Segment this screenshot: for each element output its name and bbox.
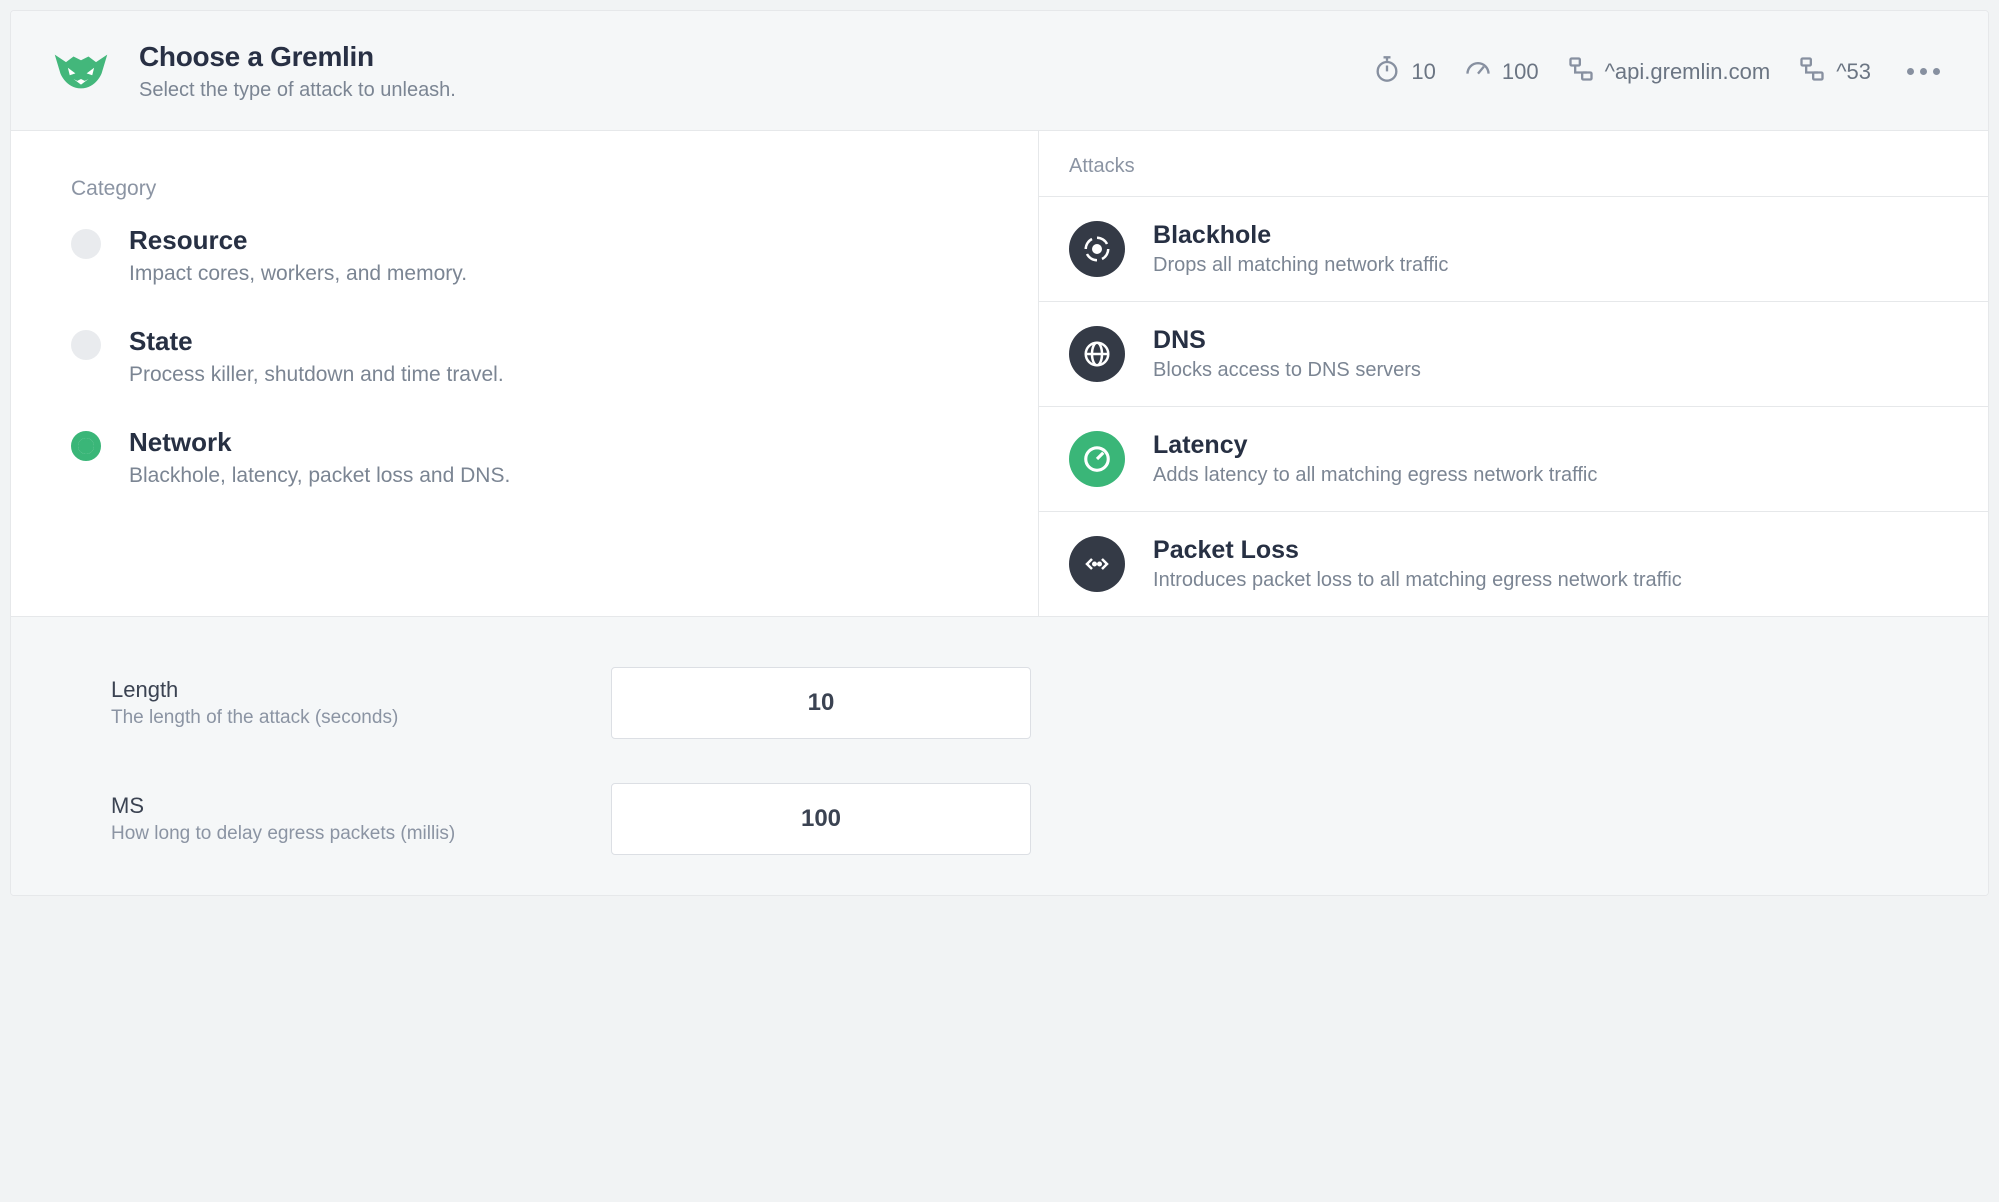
category-title: Network [129, 427, 510, 458]
param-port-value: ^53 [1836, 59, 1871, 85]
header: Choose a Gremlin Select the type of atta… [11, 11, 1988, 131]
page-title: Choose a Gremlin [139, 41, 456, 73]
ms-label: MS [111, 793, 531, 819]
param-port[interactable]: ^53 [1798, 55, 1871, 89]
category-desc: Impact cores, workers, and memory. [129, 262, 467, 286]
category-title: State [129, 326, 504, 357]
length-input[interactable] [611, 667, 1031, 739]
category-desc: Process killer, shutdown and time travel… [129, 363, 504, 387]
attack-packet-loss[interactable]: Packet Loss Introduces packet loss to al… [1039, 512, 1988, 616]
category-network[interactable]: Network Blackhole, latency, packet loss … [71, 427, 978, 488]
network-icon [1567, 55, 1595, 89]
length-help: The length of the attack (seconds) [111, 707, 531, 729]
ms-input[interactable] [611, 783, 1031, 855]
attack-blackhole[interactable]: Blackhole Drops all matching network tra… [1039, 197, 1988, 302]
attack-desc: Adds latency to all matching egress netw… [1153, 464, 1597, 487]
category-label: Category [71, 177, 978, 201]
network-icon [1798, 55, 1826, 89]
attack-dns[interactable]: DNS Blocks access to DNS servers [1039, 302, 1988, 407]
stopwatch-icon [1373, 55, 1401, 89]
attack-desc: Blocks access to DNS servers [1153, 359, 1421, 382]
category-resource[interactable]: Resource Impact cores, workers, and memo… [71, 225, 978, 286]
gremlin-logo-icon [51, 50, 111, 94]
radio-unchecked-icon [71, 330, 101, 360]
attack-title: DNS [1153, 326, 1421, 355]
gauge-icon [1069, 431, 1125, 487]
globe-icon [1069, 326, 1125, 382]
param-ms-value: 100 [1502, 59, 1539, 85]
packet-loss-icon [1069, 536, 1125, 592]
gremlin-config-card: Choose a Gremlin Select the type of atta… [10, 10, 1989, 896]
attack-desc: Drops all matching network traffic [1153, 254, 1448, 277]
attacks-label: Attacks [1039, 131, 1988, 197]
blackhole-icon [1069, 221, 1125, 277]
more-menu-button[interactable] [1899, 68, 1948, 75]
length-label: Length [111, 677, 531, 703]
radio-unchecked-icon [71, 229, 101, 259]
attack-title: Latency [1153, 431, 1597, 460]
param-host-value: ^api.gremlin.com [1605, 59, 1771, 85]
category-desc: Blackhole, latency, packet loss and DNS. [129, 464, 510, 488]
param-pills: 10 100 [1373, 55, 1948, 89]
ms-help: How long to delay egress packets (millis… [111, 823, 531, 845]
category-title: Resource [129, 225, 467, 256]
param-ms[interactable]: 100 [1464, 55, 1539, 89]
page-subtitle: Select the type of attack to unleash. [139, 79, 456, 102]
attack-params-form: Length The length of the attack (seconds… [11, 616, 1988, 895]
attack-desc: Introduces packet loss to all matching e… [1153, 569, 1682, 592]
param-duration[interactable]: 10 [1373, 55, 1435, 89]
param-host[interactable]: ^api.gremlin.com [1567, 55, 1771, 89]
radio-checked-icon [71, 431, 101, 461]
param-duration-value: 10 [1411, 59, 1435, 85]
attack-title: Blackhole [1153, 221, 1448, 250]
attack-latency[interactable]: Latency Adds latency to all matching egr… [1039, 407, 1988, 512]
gauge-icon [1464, 55, 1492, 89]
category-panel: Category Resource Impact cores, workers,… [11, 131, 1039, 616]
category-state[interactable]: State Process killer, shutdown and time … [71, 326, 978, 387]
attack-title: Packet Loss [1153, 536, 1682, 565]
attacks-panel: Attacks Blackhole Drops all matching net… [1039, 131, 1988, 616]
